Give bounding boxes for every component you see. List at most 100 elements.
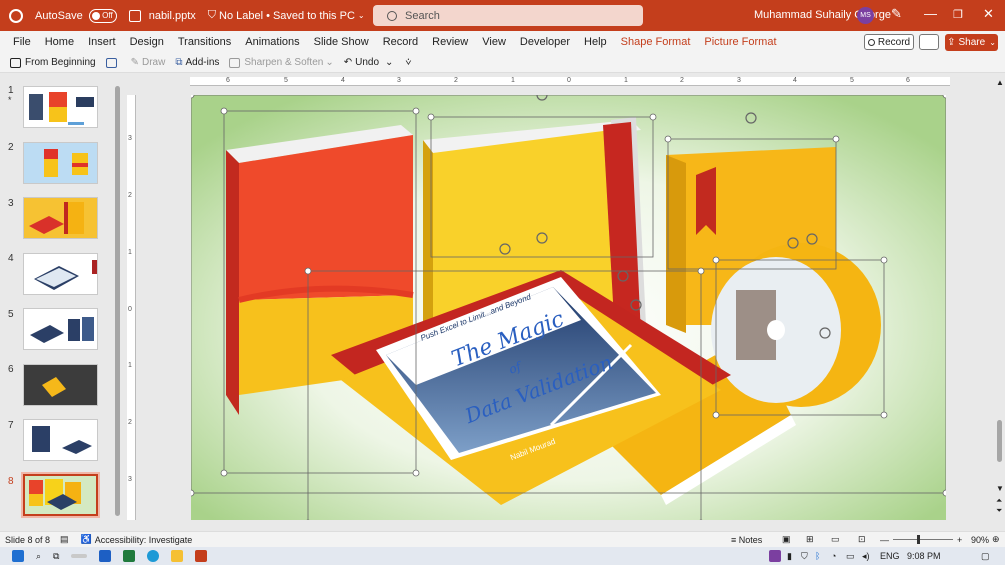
slide-thumb-5[interactable] [23,308,98,350]
menu-insert[interactable]: Insert [88,36,116,48]
normal-view-icon[interactable]: ▣ [782,534,791,545]
sharpen-label: Sharpen & Soften [244,57,324,68]
thumbnail-scroll-thumb[interactable] [115,86,120,516]
slide-thumb-4[interactable] [23,253,98,295]
thumbnail-scrollbar[interactable] [115,82,120,522]
share-icon: ⇪ [947,37,956,48]
autosave-label: AutoSave [35,9,83,22]
fit-slide-icon[interactable]: ⊕ [992,534,1000,545]
battery-status-icon[interactable]: ▭ [846,551,855,562]
zoom-level[interactable]: 90% [971,535,989,545]
slide-thumb-6[interactable] [23,364,98,406]
pen-icon[interactable]: ✎ [891,6,902,22]
slide-thumb-8[interactable] [23,474,98,516]
slide-sorter-icon[interactable]: ⊞ [806,534,814,545]
notes-label: Notes [738,534,763,545]
prev-slide-icon[interactable]: ⏶ [996,496,1002,506]
thumb-7-art [24,420,97,460]
menu-review[interactable]: Review [432,36,468,48]
zoom-slider[interactable] [893,539,953,540]
draw-button[interactable]: ✎ Draw [131,57,166,68]
edge-icon[interactable] [147,550,160,562]
notification-icon[interactable]: ▢ [981,551,990,562]
widgets-icon[interactable] [71,554,88,558]
search-icon[interactable]: ⌕ [36,551,41,562]
task-view-icon[interactable]: ⧉ [53,551,59,562]
bluetooth-icon[interactable]: ᛒ [815,551,820,561]
ruler-h-tick: 2 [454,77,458,84]
scroll-down-icon[interactable]: ▼ [996,484,1004,493]
onenote-icon[interactable] [769,550,781,562]
wifi-icon[interactable]: ◔ [831,551,836,561]
addins-button[interactable]: ⧉ Add-ins [175,57,219,68]
thumb-1-art [24,87,97,127]
sensitivity-text: No Label [219,9,264,22]
minimize-icon[interactable]: — [924,6,937,21]
menu-design[interactable]: Design [130,36,164,48]
excel-icon[interactable] [123,550,136,562]
clock-time[interactable]: 9:08 PM [907,551,941,561]
menu-animations[interactable]: Animations [245,36,299,48]
record-icon [867,38,875,46]
search-placeholder: Search [405,9,440,22]
slide-scrollbar[interactable]: ▲ ▼ ⏶ ⏷ [996,78,1004,520]
slide-thumb-3[interactable] [23,197,98,239]
slide-number-8: 8 [8,476,14,487]
menu-developer[interactable]: Developer [520,36,570,48]
ruler-v-tick: 1 [128,362,132,369]
ruler-h-tick: 5 [284,77,288,84]
language-indicator[interactable]: ENG [880,551,900,561]
shield-icon[interactable]: ⛉ [801,551,808,562]
slide-thumb-2[interactable] [23,142,98,184]
customize-toolbar-icon[interactable]: ⩒ [405,57,411,68]
save-icon[interactable] [128,9,141,22]
autosave-toggle[interactable]: Off [88,8,117,23]
search-box[interactable]: Search [373,5,643,26]
layout-button[interactable] [105,57,121,68]
next-slide-icon[interactable]: ⏷ [996,506,1002,516]
slide-thumb-7[interactable] [23,419,98,461]
powerpoint-taskbar-icon[interactable] [195,550,208,562]
zoom-in-icon[interactable]: + [957,535,962,545]
outlook-icon[interactable] [99,550,112,562]
slide-canvas[interactable]: Push Excel to Limit...and Beyond The Mag… [191,95,946,520]
ruler-h-tick: 4 [341,77,345,84]
record-button[interactable]: Record [864,34,914,50]
menu-slide-show[interactable]: Slide Show [314,36,369,48]
reading-view-icon[interactable]: ▭ [831,534,840,545]
slide-scroll-thumb[interactable] [997,420,1002,462]
restore-icon[interactable]: ❐ [953,8,963,21]
volume-icon[interactable]: ◂) [862,551,870,562]
slide-thumb-1[interactable] [23,86,98,128]
menu-home[interactable]: Home [45,36,74,48]
menu-shape-format[interactable]: Shape Format [621,36,691,48]
undo-button[interactable]: ↶ Undo ⌄ [344,57,394,68]
avatar[interactable]: MS [857,7,874,24]
from-beginning-button[interactable]: From Beginning [10,57,96,68]
thumb-3-art [24,198,97,238]
menu-picture-format[interactable]: Picture Format [704,36,776,48]
sensitivity-label[interactable]: ⛉ No Label • Saved to this PC ⌄ [208,9,365,22]
notes-button[interactable]: ≡ Notes [731,535,762,545]
file-explorer-icon[interactable] [171,550,184,562]
slideshow-icon[interactable]: ⊡ [858,534,866,545]
taskbar: ⌕ ⧉ ▮ ⛉ ᛒ ◔ ▭ ◂) ENG 9:08 PM ▢ [0,547,1005,565]
close-icon[interactable]: ✕ [983,6,994,22]
scroll-up-icon[interactable]: ▲ [996,78,1004,87]
menu-file[interactable]: File [13,36,31,48]
zoom-out-icon[interactable]: — [880,535,889,545]
menu-transitions[interactable]: Transitions [178,36,231,48]
windows-start-icon[interactable] [12,550,24,562]
share-button[interactable]: ⇪ Share ⌄ [945,34,998,51]
spellcheck-icon[interactable]: ▤ [60,534,69,545]
accessibility-icon: ♿ [80,534,92,544]
ruler-h-tick: 3 [737,77,741,84]
comments-button[interactable] [919,34,939,50]
thumb-8-art [25,476,96,514]
menu-record[interactable]: Record [383,36,418,48]
menu-view[interactable]: View [482,36,506,48]
menu-help[interactable]: Help [584,36,607,48]
accessibility-status[interactable]: Accessibility: Investigate [95,535,193,545]
sharpen-button[interactable]: Sharpen & Soften ⌄ [229,57,334,68]
zoom-slider-thumb[interactable] [917,535,920,544]
